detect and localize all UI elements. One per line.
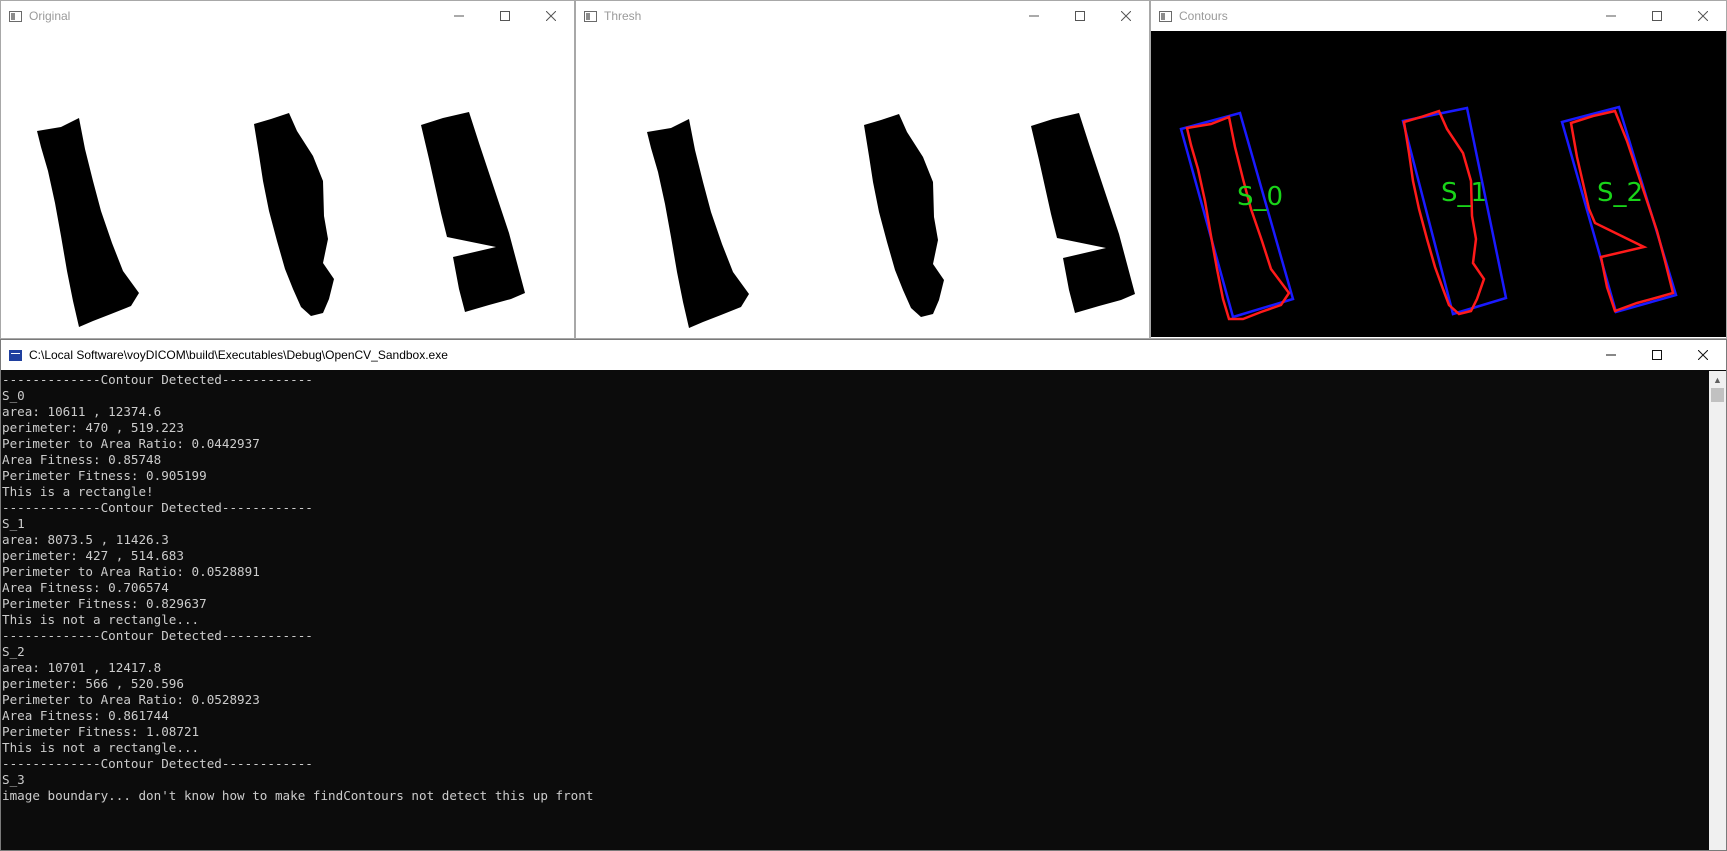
console-line: area: 10701 , 12417.8 (2, 660, 162, 675)
original-titlebar[interactable]: Original (1, 1, 574, 31)
close-button[interactable] (528, 1, 574, 31)
minimize-icon (454, 15, 464, 17)
maximize-button[interactable] (482, 1, 528, 31)
shape-1-label: S_1 (1441, 178, 1487, 208)
close-button[interactable] (1103, 1, 1149, 31)
console-app-icon (9, 349, 22, 361)
console-line: Perimeter Fitness: 0.905199 (2, 468, 207, 483)
minimize-button[interactable] (436, 1, 482, 31)
thresh-titlebar[interactable]: Thresh (576, 1, 1149, 31)
console-line: -------------Contour Detected-----------… (2, 756, 313, 771)
console-line: This is not a rectangle... (2, 612, 200, 627)
console-titlebar[interactable]: C:\Local Software\voyDICOM\build\Executa… (1, 340, 1726, 370)
console-line: This is a rectangle! (2, 484, 154, 499)
maximize-button[interactable] (1634, 1, 1680, 31)
maximize-icon (1652, 11, 1662, 21)
console-line: area: 8073.5 , 11426.3 (2, 532, 169, 547)
minimize-icon (1029, 15, 1039, 17)
console-line: -------------Contour Detected-----------… (2, 500, 313, 515)
close-icon (546, 11, 556, 21)
console-line: Area Fitness: 0.861744 (2, 708, 169, 723)
shape-0-label: S_0 (1237, 182, 1283, 212)
minimize-button[interactable] (1011, 1, 1057, 31)
contours-titlebar[interactable]: Contours (1151, 1, 1726, 31)
original-window: Original (0, 0, 575, 339)
original-image (1, 31, 574, 337)
console-line: perimeter: 470 , 519.223 (2, 420, 184, 435)
maximize-button[interactable] (1057, 1, 1103, 31)
console-line: S_3 (2, 772, 25, 787)
minimize-button[interactable] (1588, 1, 1634, 31)
scroll-thumb[interactable] (1711, 388, 1724, 402)
console-line: S_2 (2, 644, 25, 659)
window-title: Thresh (604, 9, 642, 23)
console-line: S_1 (2, 516, 25, 531)
console-line: S_0 (2, 388, 25, 403)
console-line: Area Fitness: 0.706574 (2, 580, 169, 595)
thresh-window: Thresh (575, 0, 1150, 339)
console-line: Area Fitness: 0.85748 (2, 452, 162, 467)
console-window: C:\Local Software\voyDICOM\build\Executa… (0, 339, 1727, 851)
window-app-icon (9, 10, 22, 22)
console-title: C:\Local Software\voyDICOM\build\Executa… (29, 348, 448, 362)
console-line: -------------Contour Detected-----------… (2, 372, 313, 387)
window-title: Original (29, 9, 71, 23)
close-icon (1698, 350, 1708, 360)
console-line: This is not a rectangle... (2, 740, 200, 755)
close-icon (1121, 11, 1131, 21)
window-app-icon (1159, 10, 1172, 22)
thresh-image (576, 31, 1149, 337)
maximize-button[interactable] (1634, 340, 1680, 370)
scroll-up-arrow-icon[interactable]: ▲ (1709, 371, 1726, 388)
maximize-icon (1075, 11, 1085, 21)
maximize-icon (1652, 350, 1662, 360)
console-line: Perimeter Fitness: 0.829637 (2, 596, 207, 611)
close-icon (1698, 11, 1708, 21)
vertical-scrollbar[interactable]: ▲ (1709, 371, 1726, 850)
console-line: -------------Contour Detected-----------… (2, 628, 313, 643)
contours-image: S_0 S_1 S_2 (1151, 31, 1726, 337)
console-line: Perimeter to Area Ratio: 0.0528891 (2, 564, 260, 579)
close-button[interactable] (1680, 340, 1726, 370)
console-output[interactable]: -------------Contour Detected-----------… (1, 371, 1709, 850)
contours-window: Contours S_0 S_1 S_2 (1150, 0, 1727, 339)
console-line: Perimeter Fitness: 1.08721 (2, 724, 200, 739)
close-button[interactable] (1680, 1, 1726, 31)
console-line: perimeter: 427 , 514.683 (2, 548, 184, 563)
minimize-button[interactable] (1588, 340, 1634, 370)
console-line: image boundary... don't know how to make… (2, 788, 594, 803)
shape-2-label: S_2 (1597, 178, 1643, 208)
console-line: area: 10611 , 12374.6 (2, 404, 162, 419)
console-line: perimeter: 566 , 520.596 (2, 676, 184, 691)
minimize-icon (1606, 354, 1616, 356)
console-line: Perimeter to Area Ratio: 0.0442937 (2, 436, 260, 451)
window-app-icon (584, 10, 597, 22)
maximize-icon (500, 11, 510, 21)
window-title: Contours (1179, 9, 1228, 23)
minimize-icon (1606, 15, 1616, 17)
console-line: Perimeter to Area Ratio: 0.0528923 (2, 692, 260, 707)
